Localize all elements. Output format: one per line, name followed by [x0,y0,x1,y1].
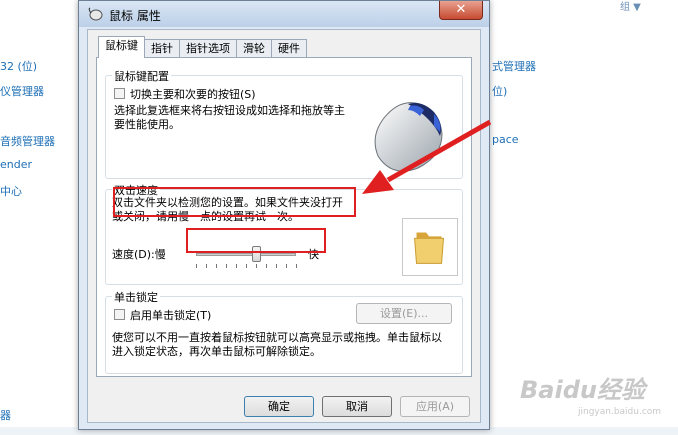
annotation-arrow-icon [362,119,492,194]
tab-buttons[interactable]: 鼠标键 [98,36,145,58]
